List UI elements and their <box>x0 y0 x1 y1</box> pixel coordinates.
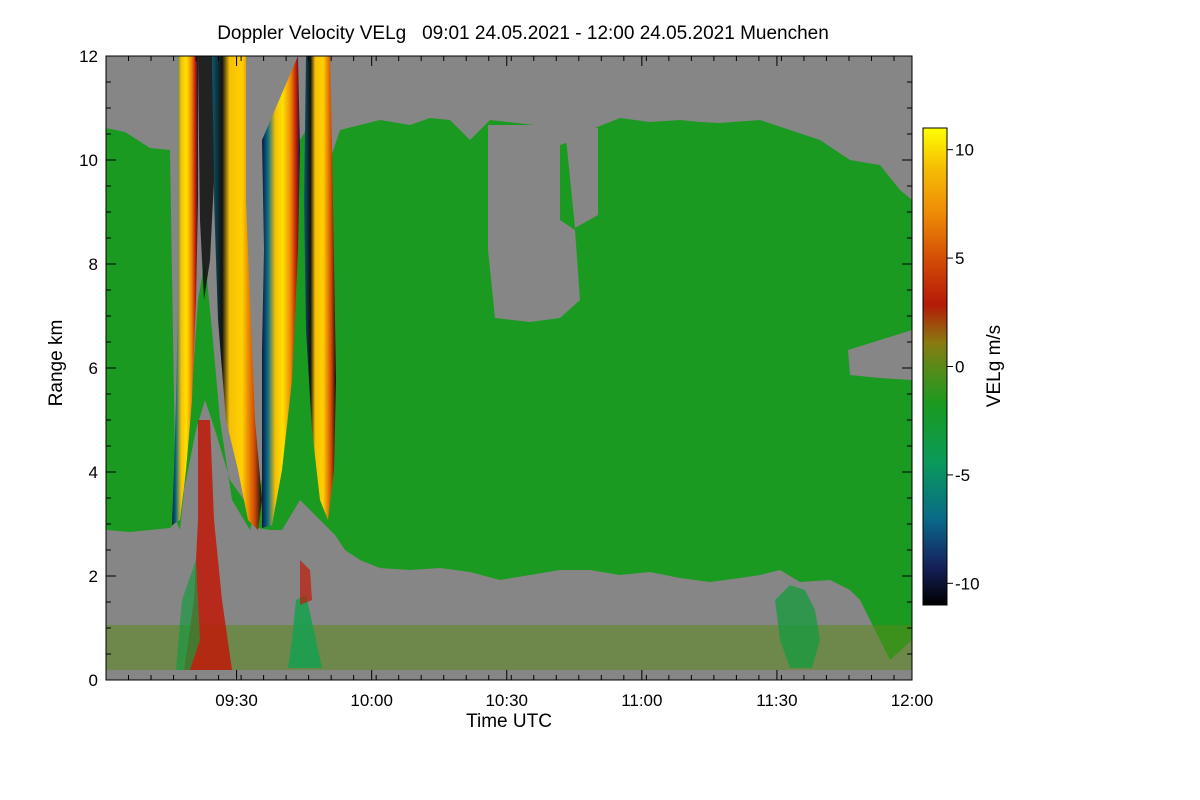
colorbar-tick-label: -5 <box>955 466 970 485</box>
x-axis-label: Time UTC <box>466 711 552 732</box>
x-tick-label: 10:30 <box>485 691 528 710</box>
doppler-velocity-chart: Doppler Velocity VELg 09:01 24.05.2021 -… <box>46 23 1005 732</box>
chart-title: Doppler Velocity VELg 09:01 24.05.2021 -… <box>217 23 829 44</box>
colorbar-gradient <box>922 127 948 606</box>
y-tick-label: 10 <box>79 151 98 170</box>
y-tick-label: 6 <box>89 359 98 378</box>
x-tick-label: 11:00 <box>621 691 662 710</box>
x-tick-label: 10:00 <box>350 691 393 710</box>
x-tick-label: 12:00 <box>891 691 934 710</box>
x-tick-label: 11:30 <box>756 691 797 710</box>
colorbar-ticks: 10 5 0 -5 -10 <box>947 141 980 593</box>
y-tick-label: 8 <box>89 255 98 274</box>
colorbar-tick-label: 0 <box>955 358 964 377</box>
colorbar-tick-label: -10 <box>955 574 980 593</box>
colorbar-tick-label: 5 <box>955 249 964 268</box>
y-tick-label: 0 <box>89 671 98 690</box>
colorbar-label: VELg m/s <box>984 325 1005 407</box>
colorbar: 10 5 0 -5 -10 VELg m/s <box>922 127 1005 606</box>
y-tick-label: 4 <box>89 463 98 482</box>
y-tick-label: 2 <box>89 567 98 586</box>
plot-area <box>106 56 912 680</box>
x-tick-label: 09:30 <box>215 691 258 710</box>
colorbar-tick-label: 10 <box>955 141 974 160</box>
y-tick-label: 12 <box>79 47 98 66</box>
y-axis-label: Range km <box>46 320 67 407</box>
